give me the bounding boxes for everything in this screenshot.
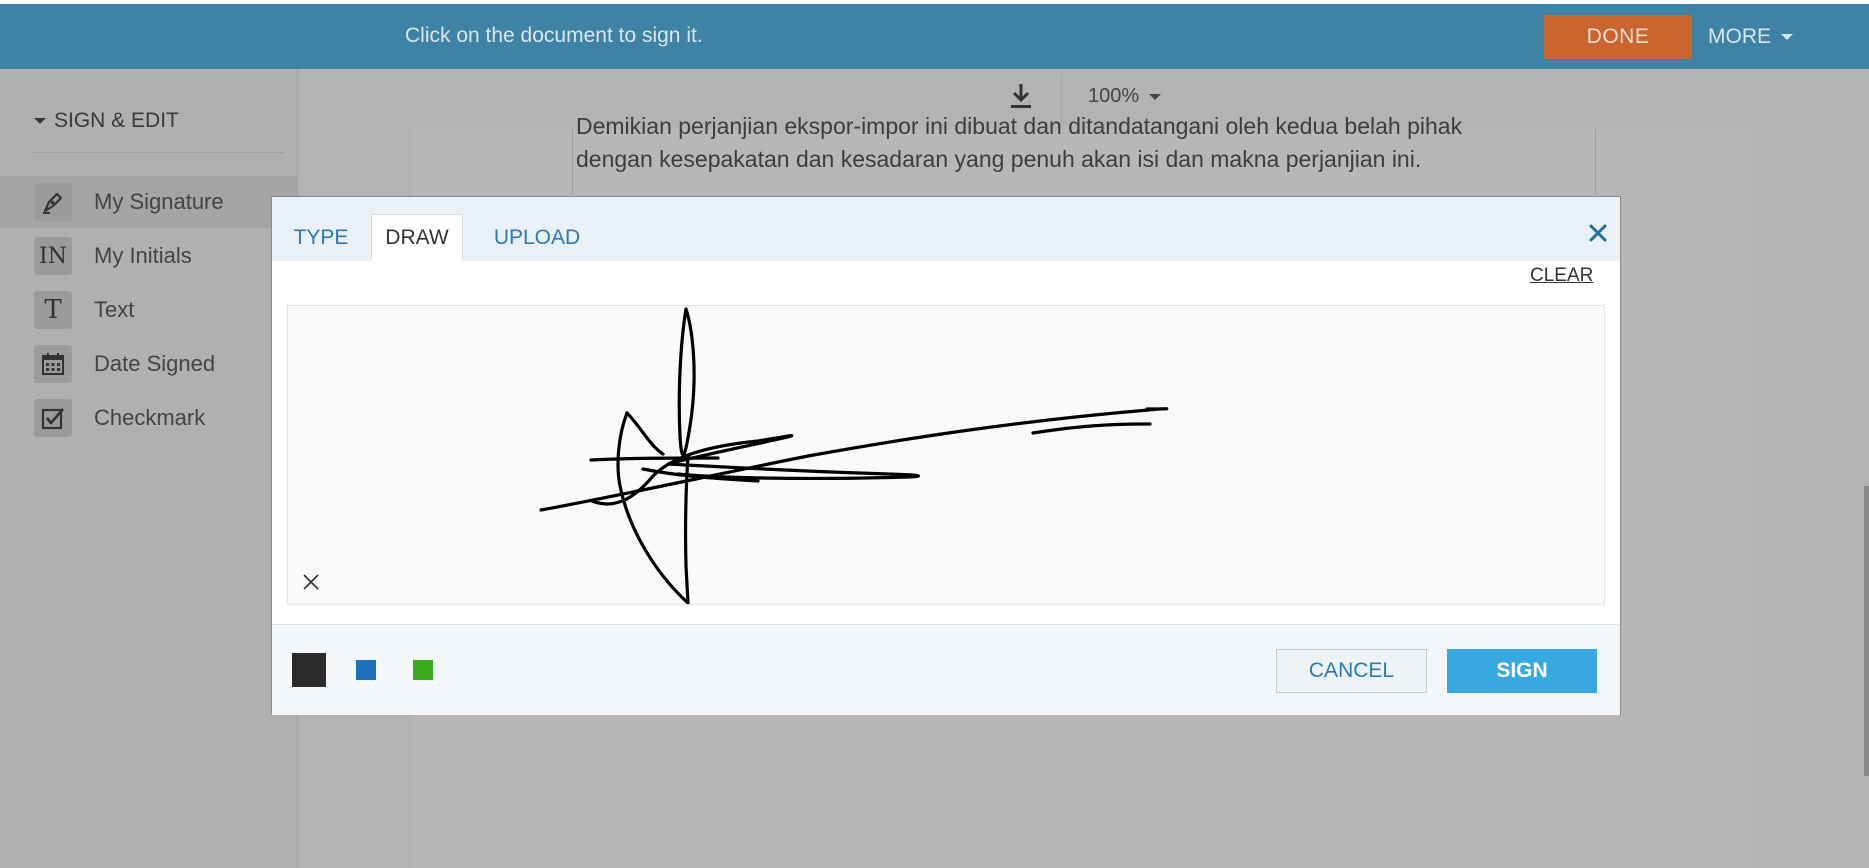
chevron-down-icon [1149,93,1162,100]
sidebar-item-text[interactable]: T Text [0,284,297,336]
tab-upload[interactable]: UPLOAD [472,214,602,261]
drawn-signature [539,307,1169,605]
sidebar-item-label: My Initials [94,243,192,268]
top-bar: Click on the document to sign it. DONE M… [0,0,1869,69]
text-icon: T [34,291,72,329]
signature-canvas[interactable] [287,305,1605,605]
clear-canvas-icon[interactable] [302,573,320,591]
sidebar-header-label: SIGN & EDIT [54,109,179,132]
sidebar-item-my-initials[interactable]: IN My Initials [0,230,297,282]
color-swatch-green[interactable] [413,660,433,680]
zoom-select[interactable]: 100% [1088,85,1162,108]
sign-button[interactable]: SIGN [1447,649,1597,693]
pen-nib-icon [34,183,72,221]
signature-dialog: TYPE DRAW UPLOAD CLEAR CANCEL SIGN [271,196,1621,715]
more-menu-button[interactable]: MORE [1708,15,1793,59]
tab-draw[interactable]: DRAW [371,214,463,261]
color-swatch-blue[interactable] [356,660,376,680]
chevron-down-icon [34,118,46,124]
swatch-fill [413,660,433,680]
sidebar-section-toggle[interactable]: SIGN & EDIT [34,109,179,133]
sidebar-divider [30,152,284,153]
calendar-icon [34,345,72,383]
sidebar-item-label: Date Signed [94,351,216,376]
scrollbar-thumb[interactable] [1864,486,1869,776]
document-text-line: Demikian perjanjian ekspor-impor ini dib… [576,113,1463,139]
tab-type[interactable]: TYPE [286,214,356,261]
more-label: MORE [1708,25,1771,48]
close-icon[interactable] [1584,219,1612,247]
swatch-fill [292,653,326,687]
color-swatch-black[interactable] [292,653,326,687]
signature-tabs: TYPE DRAW UPLOAD [272,197,1620,262]
zoom-value: 100% [1088,85,1140,107]
sidebar-item-checkmark[interactable]: Checkmark [0,392,297,444]
sidebar-item-my-signature[interactable]: My Signature [0,176,297,228]
clear-link[interactable]: CLEAR [1530,265,1593,287]
checkbox-icon [34,399,72,437]
document-text-line: dengan kesepakatan dan kesadaran yang pe… [576,146,1422,172]
cancel-button[interactable]: CANCEL [1276,649,1427,693]
instruction-text: Click on the document to sign it. [405,24,703,47]
download-icon[interactable] [1005,80,1037,112]
chevron-down-icon [1781,34,1793,40]
sidebar: SIGN & EDIT My Signature IN My Initials … [0,69,298,868]
sidebar-item-date-signed[interactable]: Date Signed [0,338,297,390]
sidebar-item-label: Checkmark [94,405,206,430]
done-button[interactable]: DONE [1544,15,1692,59]
sidebar-item-label: Text [94,297,135,322]
initials-icon: IN [34,237,72,275]
swatch-fill [356,660,376,680]
sidebar-item-label: My Signature [94,189,224,214]
